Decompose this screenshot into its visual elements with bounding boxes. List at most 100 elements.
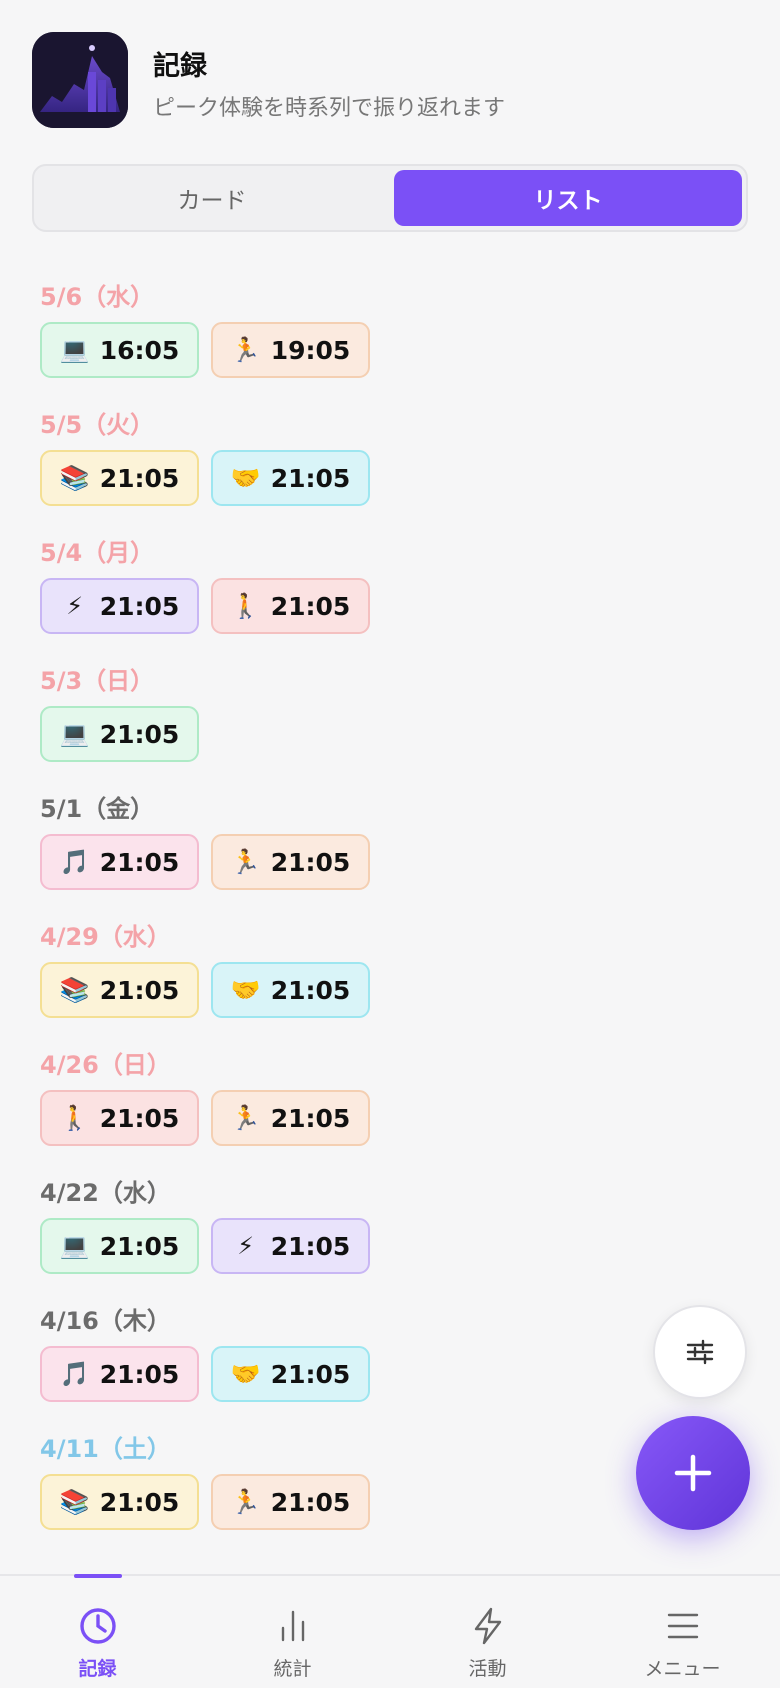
handshake-icon: 🤝 [230, 464, 261, 492]
page-subtitle: ピーク体験を時系列で振り返れます [153, 96, 506, 121]
walk-icon: 🚶 [59, 1104, 90, 1132]
list-view-tab[interactable]: リスト [394, 170, 742, 226]
day-label: 4/22（水） [40, 1179, 171, 1207]
entry-time: 21:05 [270, 1231, 351, 1261]
day-label: 5/1（金） [40, 795, 155, 823]
day-group: 4/11（土） 📚 21:05 🏃 21:05 [40, 1432, 370, 1530]
entry-chip-row: 📚 21:05 🤝 21:05 [40, 962, 370, 1018]
entry-chip[interactable]: ⚡ 21:05 [211, 1218, 370, 1274]
entry-chip[interactable]: 📚 21:05 [40, 1474, 199, 1530]
entry-chip[interactable]: 🎵 21:05 [40, 834, 199, 890]
clock-icon [79, 1608, 116, 1644]
entry-time: 21:05 [270, 1487, 351, 1517]
nav-item-stats[interactable]: 統計 [195, 1576, 390, 1688]
nav-label: 記録 [78, 1658, 117, 1680]
entry-time: 21:05 [99, 975, 180, 1005]
entry-chip[interactable]: 🏃 21:05 [211, 1090, 370, 1146]
nav-item-records[interactable]: 記録 [0, 1574, 195, 1688]
day-label: 4/16（木） [40, 1307, 171, 1335]
entry-time: 21:05 [99, 719, 180, 749]
lightning-icon [474, 1607, 501, 1645]
nav-active-indicator [73, 1574, 122, 1578]
entry-chip[interactable]: 📚 21:05 [40, 450, 199, 506]
entry-time: 21:05 [270, 591, 351, 621]
entry-chip[interactable]: 🏃 19:05 [211, 322, 370, 378]
day-label: 5/3（日） [40, 667, 155, 695]
entry-chip[interactable]: 🤝 21:05 [211, 962, 370, 1018]
entry-time: 21:05 [99, 1231, 180, 1261]
entry-chip-row: 🚶 21:05 🏃 21:05 [40, 1090, 370, 1146]
entry-time: 21:05 [99, 591, 180, 621]
laptop-icon: 💻 [59, 720, 90, 748]
nav-label: メニュー [644, 1658, 721, 1680]
nav-item-menu[interactable]: メニュー [585, 1576, 780, 1688]
day-label: 4/26（日） [40, 1051, 171, 1079]
entry-time: 16:05 [99, 335, 180, 365]
card-view-tab[interactable]: カード [38, 170, 386, 226]
day-label: 5/6（水） [40, 283, 155, 311]
entry-chip-row: 🎵 21:05 🤝 21:05 [40, 1346, 370, 1402]
day-group: 5/5（火） 📚 21:05 🤝 21:05 [40, 408, 370, 506]
entry-time: 21:05 [270, 463, 351, 493]
entry-chip[interactable]: ⚡ 21:05 [40, 578, 199, 634]
run-icon: 🏃 [230, 848, 261, 876]
day-group: 4/16（木） 🎵 21:05 🤝 21:05 [40, 1304, 370, 1402]
day-label: 5/5（火） [40, 411, 155, 439]
entry-chip[interactable]: 🏃 21:05 [211, 834, 370, 890]
view-toggle: カード リスト [32, 164, 748, 232]
entry-chip[interactable]: 💻 21:05 [40, 1218, 199, 1274]
entry-chip[interactable]: 🏃 21:05 [211, 1474, 370, 1530]
menu-icon [667, 1613, 698, 1639]
entry-chip[interactable]: 🤝 21:05 [211, 450, 370, 506]
laptop-icon: 💻 [59, 336, 90, 364]
entry-chip[interactable]: 🚶 21:05 [40, 1090, 199, 1146]
day-group: 4/29（水） 📚 21:05 🤝 21:05 [40, 920, 370, 1018]
nav-label: 統計 [273, 1658, 312, 1680]
day-group: 5/1（金） 🎵 21:05 🏃 21:05 [40, 792, 370, 890]
run-icon: 🏃 [230, 336, 261, 364]
entry-time: 21:05 [99, 847, 180, 877]
bottom-nav: 記録 統計 活動 メニュー [0, 1574, 780, 1688]
handshake-icon: 🤝 [230, 1360, 261, 1388]
books-icon: 📚 [59, 976, 90, 1004]
bar-chart-icon [281, 1610, 304, 1642]
day-label: 4/29（水） [40, 923, 171, 951]
entry-time: 21:05 [99, 463, 180, 493]
nav-item-activity[interactable]: 活動 [390, 1576, 585, 1688]
entry-chip[interactable]: 📚 21:05 [40, 962, 199, 1018]
entry-chip[interactable]: 🤝 21:05 [211, 1346, 370, 1402]
page-title: 記録 [153, 51, 207, 82]
sliders-icon [686, 1339, 714, 1365]
entry-chip[interactable]: 💻 16:05 [40, 322, 199, 378]
entry-chip-row: 💻 16:05 🏃 19:05 [40, 322, 370, 378]
entry-time: 19:05 [270, 335, 351, 365]
entry-chip-row: 📚 21:05 🤝 21:05 [40, 450, 370, 506]
day-label: 5/4（月） [40, 539, 155, 567]
zap-icon: ⚡ [66, 592, 84, 620]
entry-time: 21:05 [270, 1359, 351, 1389]
entry-chip[interactable]: 🚶 21:05 [211, 578, 370, 634]
laptop-icon: 💻 [59, 1232, 90, 1260]
entry-time: 21:05 [99, 1103, 180, 1133]
day-group: 5/3（日） 💻 21:05 [40, 664, 199, 762]
zap-icon: ⚡ [237, 1232, 255, 1260]
entry-chip[interactable]: 💻 21:05 [40, 706, 199, 762]
handshake-icon: 🤝 [230, 976, 261, 1004]
entry-chip-row: 💻 21:05 ⚡ 21:05 [40, 1218, 370, 1274]
app-logo-icon [32, 32, 128, 128]
books-icon: 📚 [59, 464, 90, 492]
entry-chip[interactable]: 🎵 21:05 [40, 1346, 199, 1402]
books-icon: 📚 [59, 1488, 90, 1516]
day-label: 4/11（土） [40, 1435, 171, 1463]
filter-button[interactable] [653, 1305, 747, 1399]
music-icon: 🎵 [59, 848, 90, 876]
add-entry-button[interactable] [636, 1416, 750, 1530]
walk-icon: 🚶 [230, 592, 261, 620]
entry-time: 21:05 [99, 1487, 180, 1517]
entry-chip-row: 💻 21:05 [40, 706, 199, 762]
entry-chip-row: 🎵 21:05 🏃 21:05 [40, 834, 370, 890]
day-group: 4/22（水） 💻 21:05 ⚡ 21:05 [40, 1176, 370, 1274]
day-group: 5/4（月） ⚡ 21:05 🚶 21:05 [40, 536, 370, 634]
music-icon: 🎵 [59, 1360, 90, 1388]
day-group: 5/6（水） 💻 16:05 🏃 19:05 [40, 280, 370, 378]
